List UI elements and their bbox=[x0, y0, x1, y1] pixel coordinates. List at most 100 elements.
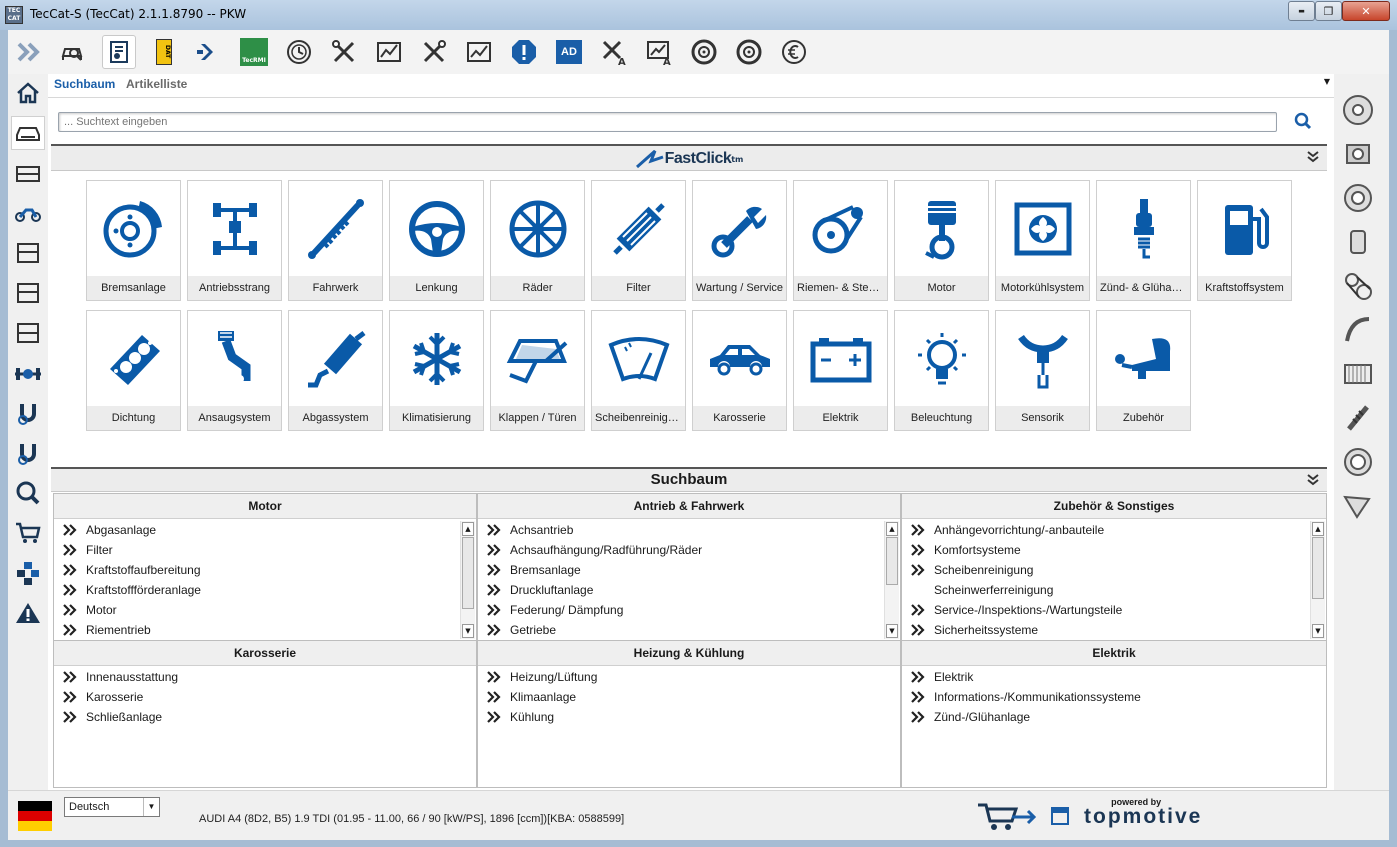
list-item[interactable]: Scheibenreinigung bbox=[902, 560, 1326, 580]
quick-part-oil-filter[interactable] bbox=[1338, 178, 1378, 218]
category-scrollbar[interactable]: ▲ ▼ bbox=[1310, 521, 1325, 639]
list-item[interactable]: Kraftstoffförderanlage bbox=[54, 580, 476, 600]
tile-antriebsstrang[interactable]: Antriebsstrang bbox=[187, 180, 282, 301]
tile-dichtung[interactable]: Dichtung bbox=[86, 310, 181, 431]
tile-ansaugsystem[interactable]: Ansaugsystem bbox=[187, 310, 282, 431]
tab-search-tree[interactable]: Suchbaum bbox=[54, 77, 115, 91]
quick-part-bearing[interactable] bbox=[1338, 442, 1378, 482]
sidebar-van-button[interactable] bbox=[11, 156, 45, 190]
toolbar-maintenance-button[interactable] bbox=[282, 35, 316, 69]
scroll-up-icon[interactable]: ▲ bbox=[886, 522, 898, 536]
close-button[interactable]: ✕ bbox=[1342, 1, 1390, 21]
list-item[interactable]: Bremsanlage bbox=[478, 560, 900, 580]
tile-beleuchtung[interactable]: Beleuchtung bbox=[894, 310, 989, 431]
scroll-up-icon[interactable]: ▲ bbox=[462, 522, 474, 536]
scroll-down-icon[interactable]: ▼ bbox=[1312, 624, 1324, 638]
tile-abgassystem[interactable]: Abgassystem bbox=[288, 310, 383, 431]
minimize-button[interactable]: ▬ bbox=[1288, 1, 1315, 21]
tile-sensorik[interactable]: Sensorik bbox=[995, 310, 1090, 431]
list-item[interactable]: Federung/ Dämpfung bbox=[478, 600, 900, 620]
tile-karosserie[interactable]: Karosserie bbox=[692, 310, 787, 431]
collapse-chevron-icon[interactable] bbox=[1307, 151, 1319, 166]
tile-zuendanlage[interactable]: Zünd- & Glühanlage bbox=[1096, 180, 1191, 301]
tab-dropdown-icon[interactable]: ▼ bbox=[1324, 77, 1330, 86]
tile-klappen-tueren[interactable]: Klappen / Türen bbox=[490, 310, 585, 431]
quick-part-caliper[interactable] bbox=[1338, 134, 1378, 174]
tile-fahrwerk[interactable]: Fahrwerk bbox=[288, 180, 383, 301]
list-item[interactable]: Innenausstattung bbox=[54, 667, 476, 687]
category-scrollbar[interactable]: ▲ ▼ bbox=[884, 521, 899, 639]
sidebar-cart-button[interactable] bbox=[11, 516, 45, 550]
sidebar-truck-button[interactable] bbox=[11, 236, 45, 270]
list-item[interactable]: Anhängevorrichtung/-anbauteile bbox=[902, 520, 1326, 540]
sidebar-axle-button[interactable] bbox=[11, 356, 45, 390]
toolbar-chart-a-button[interactable]: A bbox=[642, 35, 676, 69]
sidebar-home-button[interactable] bbox=[11, 76, 45, 110]
tile-lenkung[interactable]: Lenkung bbox=[389, 180, 484, 301]
toolbar-forward-button[interactable] bbox=[192, 35, 226, 69]
list-item[interactable]: Informations-/Kommunikationssysteme bbox=[902, 687, 1326, 707]
list-item[interactable]: Kraftstoffaufbereitung bbox=[54, 560, 476, 580]
toolbar-euro-button[interactable] bbox=[777, 35, 811, 69]
tile-zubehoer[interactable]: Zubehör bbox=[1096, 310, 1191, 431]
scroll-down-icon[interactable]: ▼ bbox=[462, 624, 474, 638]
quick-part-fuel-filter[interactable] bbox=[1338, 222, 1378, 262]
list-item[interactable]: Schließanlage bbox=[54, 707, 476, 727]
list-item[interactable]: Druckluftanlage bbox=[478, 580, 900, 600]
tile-filter[interactable]: Filter bbox=[591, 180, 686, 301]
toolbar-tools-a-button[interactable]: A bbox=[597, 35, 631, 69]
sidebar-truck-tm-button[interactable] bbox=[11, 316, 45, 350]
tile-scheibenreinigung[interactable]: Scheibenreinigung bbox=[591, 310, 686, 431]
list-item[interactable]: Filter bbox=[54, 540, 476, 560]
tile-kraftstoffsystem[interactable]: Kraftstoffsystem bbox=[1197, 180, 1292, 301]
list-item[interactable]: Achsaufhängung/Radführung/Räder bbox=[478, 540, 900, 560]
tab-article-list[interactable]: Artikelliste bbox=[126, 77, 187, 91]
list-item[interactable]: Komfortsysteme bbox=[902, 540, 1326, 560]
list-item[interactable]: Sicherheitssysteme bbox=[902, 620, 1326, 640]
list-item[interactable]: Scheinwerferreinigung bbox=[902, 580, 1326, 600]
tile-motorkuehlsystem[interactable]: Motorkühlsystem bbox=[995, 180, 1090, 301]
list-item[interactable]: Service-/Inspektions-/Wartungsteile bbox=[902, 600, 1326, 620]
tile-motor[interactable]: Motor bbox=[894, 180, 989, 301]
tile-klimatisierung[interactable]: Klimatisierung bbox=[389, 310, 484, 431]
quick-part-belt[interactable] bbox=[1338, 266, 1378, 306]
toolbar-diagnostics-button[interactable] bbox=[372, 35, 406, 69]
tile-elektrik[interactable]: Elektrik bbox=[793, 310, 888, 431]
toolbar-ad-button[interactable]: AD bbox=[552, 35, 586, 69]
maximize-button[interactable]: ❐ bbox=[1315, 1, 1342, 21]
quick-part-shock[interactable] bbox=[1338, 398, 1378, 438]
toolbar-tyre-2-button[interactable] bbox=[732, 35, 766, 69]
sidebar-warning-button[interactable] bbox=[11, 596, 45, 630]
list-item[interactable]: Motor bbox=[54, 600, 476, 620]
toolbar-tools-2-button[interactable] bbox=[417, 35, 451, 69]
toolbar-alert-button[interactable] bbox=[507, 35, 541, 69]
list-item[interactable]: Kühlung bbox=[478, 707, 900, 727]
scroll-thumb[interactable] bbox=[462, 537, 474, 609]
list-item[interactable]: Karosserie bbox=[54, 687, 476, 707]
scroll-thumb[interactable] bbox=[886, 537, 898, 585]
toolbar-tyre-button[interactable] bbox=[687, 35, 721, 69]
toolbar-tools-button[interactable] bbox=[327, 35, 361, 69]
sidebar-modules-button[interactable] bbox=[11, 556, 45, 590]
list-item[interactable]: Heizung/Lüftung bbox=[478, 667, 900, 687]
list-item[interactable]: Achsantrieb bbox=[478, 520, 900, 540]
scroll-thumb[interactable] bbox=[1312, 537, 1324, 599]
list-item[interactable]: Zünd-/Glühanlage bbox=[902, 707, 1326, 727]
window-layout-button[interactable] bbox=[1051, 807, 1069, 825]
quick-part-timing-belt[interactable] bbox=[1338, 310, 1378, 350]
tile-riemen[interactable]: Riemen- & Steuerkettentrieb bbox=[793, 180, 888, 301]
sidebar-motorcycle-button[interactable] bbox=[11, 196, 45, 230]
toolbar-vehicle-search-button[interactable] bbox=[57, 35, 91, 69]
cart-transfer-button[interactable] bbox=[976, 799, 1040, 833]
quick-part-air-filter[interactable] bbox=[1338, 354, 1378, 394]
toolbar-diagnostics-2-button[interactable] bbox=[462, 35, 496, 69]
toolbar-expand-button[interactable] bbox=[12, 35, 46, 69]
list-item[interactable]: Klimaanlage bbox=[478, 687, 900, 707]
toolbar-parts-catalog-button[interactable] bbox=[102, 35, 136, 69]
list-item[interactable]: Riementrieb bbox=[54, 620, 476, 640]
sidebar-search-button[interactable] bbox=[11, 476, 45, 510]
sidebar-car-button[interactable] bbox=[11, 116, 45, 150]
collapse-chevron-icon[interactable] bbox=[1307, 474, 1319, 489]
toolbar-dat-button[interactable]: DAT bbox=[147, 35, 181, 69]
quick-part-control-arm[interactable] bbox=[1338, 486, 1378, 526]
